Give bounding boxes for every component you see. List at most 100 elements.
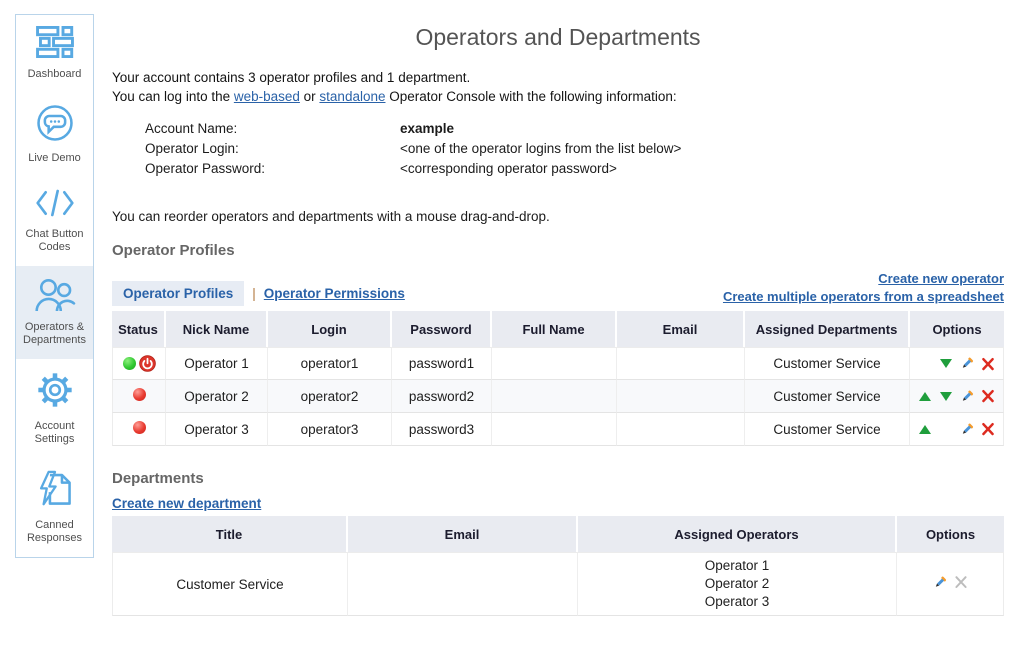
sidebar-item-label: Operators & Departments	[19, 321, 90, 347]
reorder-note: You can reorder operators and department…	[112, 209, 1004, 224]
login-cell: operator2	[268, 380, 392, 413]
edit-icon[interactable]	[960, 422, 974, 436]
col-options: Options	[897, 516, 1004, 552]
delete-icon[interactable]	[981, 389, 995, 403]
col-login: Login	[268, 311, 392, 347]
tab-operator-profiles[interactable]: Operator Profiles	[112, 281, 244, 306]
status-cell	[112, 413, 166, 446]
col-assigned-departments: Assigned Departments	[745, 311, 910, 347]
account-name-label: Account Name:	[145, 119, 400, 139]
password-cell: password3	[392, 413, 492, 446]
assigned-departments-cell: Customer Service	[745, 413, 910, 446]
department-title-cell: Customer Service	[112, 552, 348, 616]
full-name-cell	[492, 347, 617, 380]
sidebar-item-label: Dashboard	[28, 68, 82, 81]
create-new-operator-link[interactable]: Create new operator	[878, 271, 1004, 286]
assigned-operator: Operator 2	[578, 575, 896, 593]
col-email: Email	[617, 311, 745, 347]
move-down-button[interactable]	[939, 389, 953, 403]
operator-password-value: <corresponding operator password>	[400, 159, 617, 179]
operator-login-value: <one of the operator logins from the lis…	[400, 139, 681, 159]
move-down-button[interactable]	[939, 357, 953, 371]
sidebar-item-operators-departments[interactable]: Operators & Departments	[16, 266, 93, 359]
sidebar-item-dashboard[interactable]: Dashboard	[16, 15, 93, 93]
sidebar-item-live-demo[interactable]: Live Demo	[16, 93, 93, 177]
canned-responses-icon	[36, 469, 74, 514]
delete-icon[interactable]	[981, 422, 995, 436]
operator-login-label: Operator Login:	[145, 139, 400, 159]
tab-separator: |	[252, 286, 256, 301]
tabs-and-links-row: Operator Profiles | Operator Permissions…	[112, 270, 1004, 306]
sidebar-item-label: Canned Responses	[19, 519, 90, 545]
intro-line-2: You can log into the web-based or standa…	[112, 87, 1004, 106]
assigned-departments-cell: Customer Service	[745, 380, 910, 413]
password-cell: password1	[392, 347, 492, 380]
full-name-cell	[492, 380, 617, 413]
options-cell	[910, 347, 1004, 380]
offline-status-icon	[133, 388, 146, 401]
web-based-link[interactable]: web-based	[234, 89, 300, 104]
operator-row: Operator 1 operator1 password1 Customer …	[112, 347, 1004, 380]
code-icon	[35, 188, 75, 223]
sidebar: Dashboard Live Demo Chat Button Codes	[15, 14, 94, 558]
login-cell: operator1	[268, 347, 392, 380]
email-cell	[617, 347, 745, 380]
operators-table: Status Nick Name Login Password Full Nam…	[112, 311, 1004, 446]
main-content: Operators and Departments Your account c…	[112, 0, 1004, 616]
col-title: Title	[112, 516, 348, 552]
col-options: Options	[910, 311, 1004, 347]
intro-line-1: Your account contains 3 operator profile…	[112, 68, 1004, 87]
standalone-link[interactable]: standalone	[319, 89, 385, 104]
department-row: Customer Service Operator 1 Operator 2 O…	[112, 552, 1004, 616]
assigned-operator: Operator 1	[578, 557, 896, 575]
operator-password-row: Operator Password: <corresponding operat…	[145, 159, 1004, 179]
operator-password-label: Operator Password:	[145, 159, 400, 179]
sidebar-item-canned-responses[interactable]: Canned Responses	[16, 458, 93, 557]
col-password: Password	[392, 311, 492, 347]
login-cell: operator3	[268, 413, 392, 446]
account-name-row: Account Name: example	[145, 119, 1004, 139]
departments-table: Title Email Assigned Operators Options C…	[112, 516, 1004, 616]
status-cell	[112, 347, 166, 380]
col-assigned-operators: Assigned Operators	[578, 516, 897, 552]
edit-icon[interactable]	[933, 575, 947, 589]
delete-icon[interactable]	[981, 357, 995, 371]
online-status-icon	[123, 357, 136, 370]
delete-disabled-icon	[954, 575, 968, 589]
edit-icon[interactable]	[960, 389, 974, 403]
col-full-name: Full Name	[492, 311, 617, 347]
operator-profiles-heading: Operator Profiles	[112, 242, 1004, 259]
sidebar-item-chat-button-codes[interactable]: Chat Button Codes	[16, 177, 93, 266]
department-options-cell	[897, 552, 1004, 616]
sidebar-item-label: Account Settings	[19, 420, 90, 446]
move-up-button[interactable]	[918, 422, 932, 436]
departments-table-header: Title Email Assigned Operators Options	[112, 516, 1004, 552]
operator-login-row: Operator Login: <one of the operator log…	[145, 139, 1004, 159]
create-links: Create new operator Create multiple oper…	[723, 270, 1004, 306]
sidebar-item-label: Live Demo	[28, 152, 81, 165]
operator-row: Operator 2 operator2 password2 Customer …	[112, 380, 1004, 413]
logoff-power-icon[interactable]	[139, 355, 156, 372]
tab-operator-permissions[interactable]: Operator Permissions	[264, 286, 405, 301]
nick-name-cell: Operator 3	[166, 413, 268, 446]
create-multiple-operators-link[interactable]: Create multiple operators from a spreads…	[723, 289, 1004, 304]
department-email-cell	[348, 552, 578, 616]
dashboard-icon	[35, 26, 75, 63]
sidebar-item-account-settings[interactable]: Account Settings	[16, 359, 93, 458]
create-new-department-link[interactable]: Create new department	[112, 496, 261, 511]
operator-row: Operator 3 operator3 password3 Customer …	[112, 413, 1004, 446]
options-cell	[910, 413, 1004, 446]
assigned-departments-cell: Customer Service	[745, 347, 910, 380]
col-status: Status	[112, 311, 166, 347]
departments-heading: Departments	[112, 470, 1004, 487]
account-info: Account Name: example Operator Login: <o…	[145, 119, 1004, 179]
password-cell: password2	[392, 380, 492, 413]
email-cell	[617, 413, 745, 446]
move-up-button[interactable]	[918, 389, 932, 403]
nick-name-cell: Operator 1	[166, 347, 268, 380]
live-demo-icon	[36, 104, 74, 147]
edit-icon[interactable]	[960, 357, 974, 371]
sidebar-item-label: Chat Button Codes	[19, 228, 90, 254]
department-operators-cell: Operator 1 Operator 2 Operator 3	[578, 552, 897, 616]
email-cell	[617, 380, 745, 413]
